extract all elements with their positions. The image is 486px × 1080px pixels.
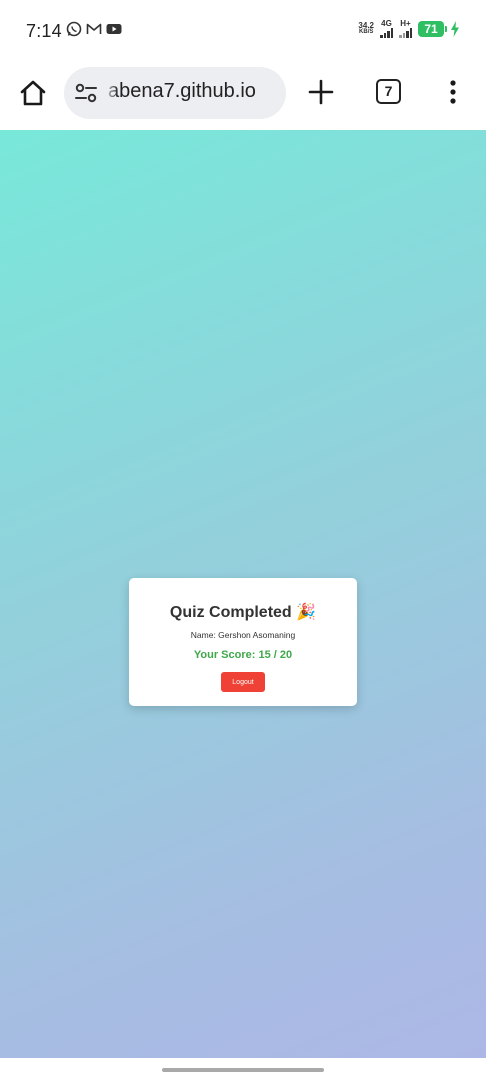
home-icon[interactable] xyxy=(17,77,49,109)
signal-4g-label: 4G xyxy=(381,19,392,28)
user-name-text: Name: Gershon Asomaning xyxy=(190,630,296,640)
signal-4g-icon: 4G xyxy=(380,20,393,38)
gmail-icon xyxy=(86,23,102,34)
signal-hplus-icon: H+ xyxy=(399,20,412,38)
signal-hplus-label: H+ xyxy=(400,19,411,28)
home-gesture-bar[interactable] xyxy=(162,1068,324,1072)
new-tab-icon[interactable] xyxy=(307,78,335,106)
battery-icon: 71 xyxy=(418,21,447,37)
gesture-nav-area xyxy=(0,1058,486,1080)
network-speed-unit: KB/S xyxy=(359,29,374,35)
site-settings-icon[interactable] xyxy=(74,82,98,104)
network-speed-value: 34.2 xyxy=(358,21,374,30)
address-bar[interactable]: abena7.github.io xyxy=(64,67,286,119)
tab-switcher-button[interactable]: 7 xyxy=(376,79,401,104)
quiz-completed-title: Quiz Completed 🎉 xyxy=(169,604,317,621)
url-text[interactable]: abena7.github.io xyxy=(108,80,256,103)
status-bar: 7:14 34.2 KB/S 4G H+ 71 xyxy=(0,0,486,62)
system-indicators: 34.2 KB/S 4G H+ 71 xyxy=(358,20,460,38)
logout-button[interactable]: Logout xyxy=(221,672,265,692)
notification-icons xyxy=(66,21,122,37)
network-speed: 34.2 KB/S xyxy=(358,22,374,36)
quiz-result-card: Quiz Completed 🎉 Name: Gershon Asomaning… xyxy=(129,578,357,706)
charging-bolt-icon xyxy=(451,21,459,37)
youtube-icon xyxy=(106,24,122,34)
browser-toolbar: abena7.github.io 7 xyxy=(0,62,486,130)
more-options-icon[interactable] xyxy=(444,78,462,106)
page-content: Quiz Completed 🎉 Name: Gershon Asomaning… xyxy=(0,130,486,1058)
status-time: 7:14 xyxy=(26,21,62,41)
url-fade xyxy=(104,67,118,119)
score-text: Your Score: 15 / 20 xyxy=(193,649,293,661)
whatsapp-icon xyxy=(66,21,82,37)
